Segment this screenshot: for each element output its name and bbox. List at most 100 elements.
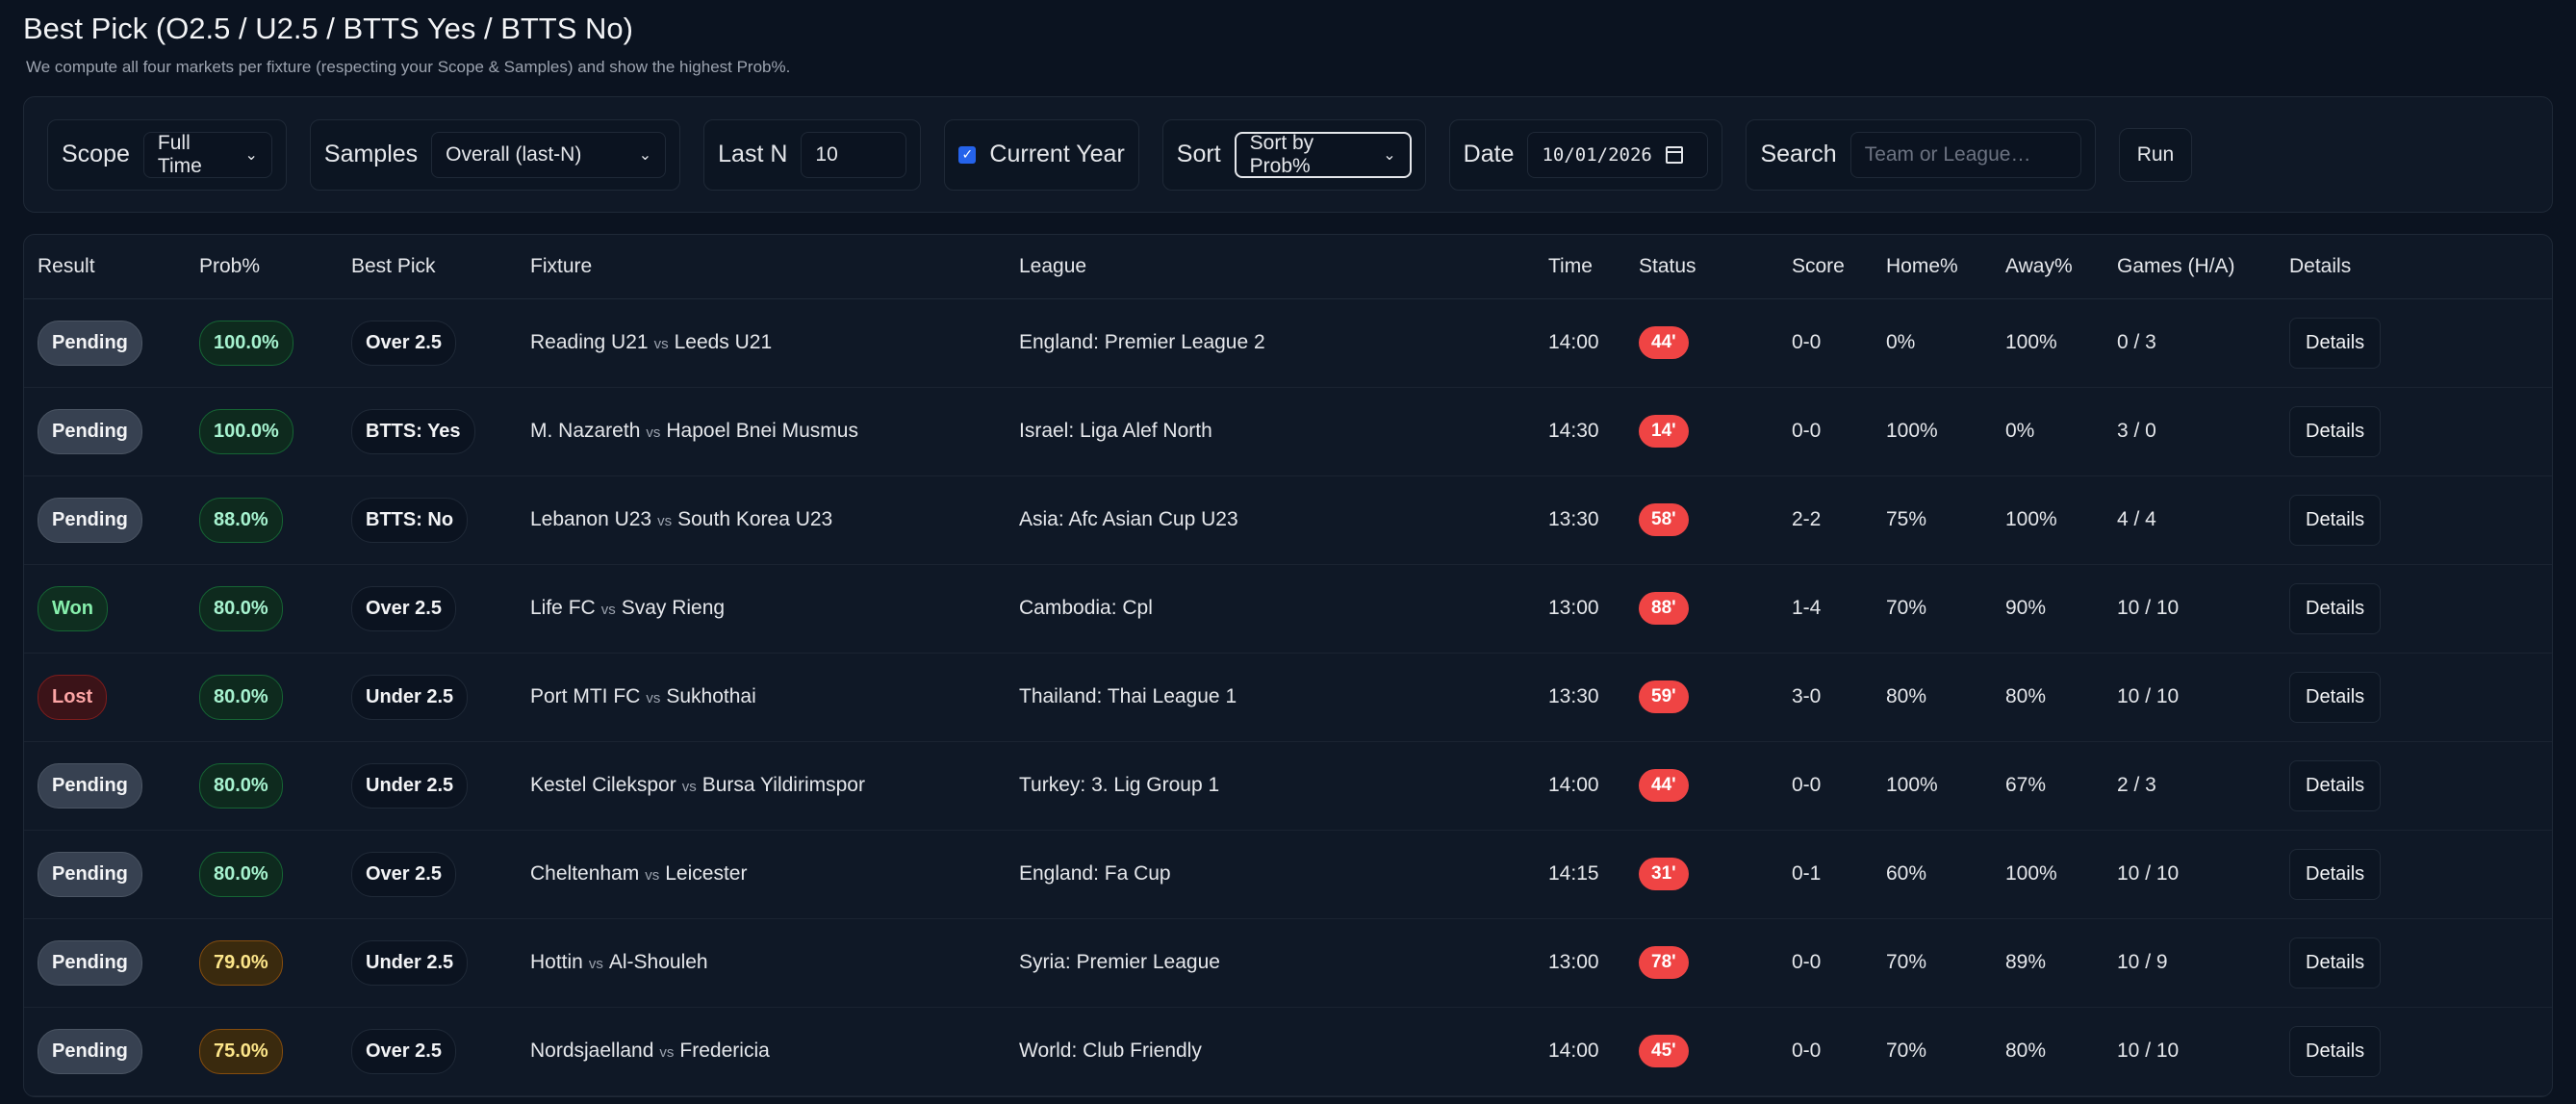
pick-cell: Under 2.5 bbox=[338, 653, 517, 742]
details-button[interactable]: Details bbox=[2289, 759, 2382, 811]
status-badge: 58' bbox=[1639, 503, 1689, 536]
details-button[interactable]: Details bbox=[2289, 494, 2382, 546]
time-cell: 14:15 bbox=[1535, 830, 1625, 919]
col-header-away-pct[interactable]: Away% bbox=[1992, 235, 2104, 299]
table-row: Pending 100.0% BTTS: Yes M. Nazareth vs Hapoe… bbox=[24, 387, 2552, 476]
col-header-home-pct[interactable]: Home% bbox=[1873, 235, 1992, 299]
status-badge: 14' bbox=[1639, 415, 1689, 448]
prob-cell: 80.0% bbox=[186, 830, 338, 919]
details-button[interactable]: Details bbox=[2289, 582, 2382, 634]
score-cell: 0-0 bbox=[1778, 741, 1873, 831]
table-row: Pending 100.0% Over 2.5 Reading U21 vs Leeds … bbox=[24, 298, 2552, 388]
games-cell: 10 / 10 bbox=[2104, 830, 2276, 919]
sort-select[interactable]: Sort by Prob% ⌄ bbox=[1234, 131, 1412, 178]
col-header-games[interactable]: Games (H/A) bbox=[2104, 235, 2276, 299]
result-badge: Pending bbox=[38, 762, 142, 809]
home-team: Cheltenham bbox=[530, 862, 640, 885]
home-team: Nordsjaelland bbox=[530, 1040, 654, 1062]
sort-control: Sort Sort by Prob% ⌄ bbox=[1161, 118, 1426, 191]
results-table: Result Prob% Best Pick Fixture League Ti… bbox=[23, 234, 2553, 1097]
league-cell: Syria: Premier League bbox=[1006, 918, 1535, 1008]
col-header-status[interactable]: Status bbox=[1625, 235, 1778, 299]
result-cell: Pending bbox=[24, 1007, 186, 1096]
lastn-label: Last N bbox=[718, 141, 788, 167]
away-pct-cell: 90% bbox=[1992, 564, 2104, 654]
best-pick-badge: Under 2.5 bbox=[351, 939, 469, 986]
details-button[interactable]: Details bbox=[2289, 405, 2382, 457]
scope-label: Scope bbox=[62, 141, 130, 167]
status-cell: 59' bbox=[1625, 653, 1778, 742]
home-team: Lebanon U23 bbox=[530, 508, 652, 530]
lastn-value: 10 bbox=[815, 142, 838, 166]
scope-control: Scope Full Time ⌄ bbox=[47, 118, 287, 191]
col-header-fixture[interactable]: Fixture bbox=[517, 235, 1006, 299]
league-cell: Thailand: Thai League 1 bbox=[1006, 653, 1535, 742]
table-row: Pending 75.0% Over 2.5 Nordsjaelland vs Frede… bbox=[24, 1007, 2552, 1096]
result-cell: Pending bbox=[24, 387, 186, 476]
table-row: Pending 79.0% Under 2.5 Hottin vs Al-Shouleh S… bbox=[24, 918, 2552, 1008]
details-button[interactable]: Details bbox=[2289, 317, 2382, 369]
status-cell: 88' bbox=[1625, 564, 1778, 654]
col-header-score[interactable]: Score bbox=[1778, 235, 1873, 299]
scope-select[interactable]: Full Time ⌄ bbox=[142, 131, 272, 178]
vs-label: vs bbox=[681, 779, 697, 795]
details-cell: Details bbox=[2276, 741, 2552, 831]
col-header-best-pick[interactable]: Best Pick bbox=[338, 235, 517, 299]
score-cell: 0-1 bbox=[1778, 830, 1873, 919]
calendar-icon[interactable] bbox=[1665, 145, 1683, 164]
details-button[interactable]: Details bbox=[2289, 1025, 2382, 1077]
col-header-result[interactable]: Result bbox=[24, 235, 186, 299]
away-team: Bursa Yildirimspor bbox=[701, 774, 865, 796]
prob-cell: 100.0% bbox=[186, 387, 338, 476]
table-row: Pending 80.0% Over 2.5 Cheltenham vs Leiceste… bbox=[24, 830, 2552, 919]
details-button[interactable]: Details bbox=[2289, 848, 2382, 900]
vs-label: vs bbox=[653, 336, 669, 352]
home-team: Kestel Cilekspor bbox=[530, 774, 676, 796]
current-year-checkbox[interactable]: ✓ bbox=[958, 145, 977, 164]
prob-cell: 80.0% bbox=[186, 653, 338, 742]
details-cell: Details bbox=[2276, 298, 2552, 388]
page-title: Best Pick (O2.5 / U2.5 / BTTS Yes / BTTS… bbox=[23, 12, 633, 45]
fixture-cell: Life FC vs Svay Rieng bbox=[517, 564, 1006, 654]
samples-control: Samples Overall (last-N) ⌄ bbox=[309, 118, 681, 191]
games-cell: 3 / 0 bbox=[2104, 387, 2276, 476]
fixture-cell: Kestel Cilekspor vs Bursa Yildirimspor bbox=[517, 741, 1006, 831]
best-pick-badge: Under 2.5 bbox=[351, 762, 469, 809]
samples-label: Samples bbox=[323, 141, 419, 167]
search-input[interactable]: Team or League… bbox=[1849, 131, 2081, 178]
vs-label: vs bbox=[600, 602, 616, 618]
col-header-league[interactable]: League bbox=[1006, 235, 1535, 299]
details-cell: Details bbox=[2276, 387, 2552, 476]
details-cell: Details bbox=[2276, 653, 2552, 742]
vs-label: vs bbox=[659, 1044, 675, 1061]
pick-cell: Over 2.5 bbox=[338, 830, 517, 919]
run-button[interactable]: Run bbox=[2118, 127, 2193, 182]
lastn-input[interactable]: 10 bbox=[801, 131, 907, 178]
fixture-cell: Reading U21 vs Leeds U21 bbox=[517, 298, 1006, 388]
col-header-time[interactable]: Time bbox=[1535, 235, 1625, 299]
score-cell: 0-0 bbox=[1778, 387, 1873, 476]
prob-badge: 80.0% bbox=[199, 585, 283, 631]
home-pct-cell: 70% bbox=[1873, 918, 1992, 1008]
pick-cell: Under 2.5 bbox=[338, 918, 517, 1008]
date-control: Date 10/01/2026 bbox=[1448, 118, 1723, 191]
result-badge: Pending bbox=[38, 1028, 142, 1074]
time-cell: 13:30 bbox=[1535, 653, 1625, 742]
samples-select[interactable]: Overall (last-N) ⌄ bbox=[431, 131, 667, 178]
details-button[interactable]: Details bbox=[2289, 671, 2382, 723]
details-button[interactable]: Details bbox=[2289, 937, 2382, 988]
status-badge: 45' bbox=[1639, 1035, 1689, 1067]
home-team: M. Nazareth bbox=[530, 420, 641, 442]
date-input[interactable]: 10/01/2026 bbox=[1527, 131, 1709, 178]
current-year-control: ✓ Current Year bbox=[944, 118, 1139, 191]
result-cell: Pending bbox=[24, 830, 186, 919]
samples-value: Overall (last-N) bbox=[446, 142, 582, 166]
status-badge: 88' bbox=[1639, 592, 1689, 625]
away-team: Sukhothai bbox=[666, 685, 756, 707]
away-team: Svay Rieng bbox=[621, 597, 726, 619]
col-header-prob[interactable]: Prob% bbox=[186, 235, 338, 299]
result-badge: Pending bbox=[38, 851, 142, 897]
scope-value: Full Time bbox=[157, 131, 202, 177]
league-cell: Cambodia: Cpl bbox=[1006, 564, 1535, 654]
pick-cell: Over 2.5 bbox=[338, 1007, 517, 1096]
